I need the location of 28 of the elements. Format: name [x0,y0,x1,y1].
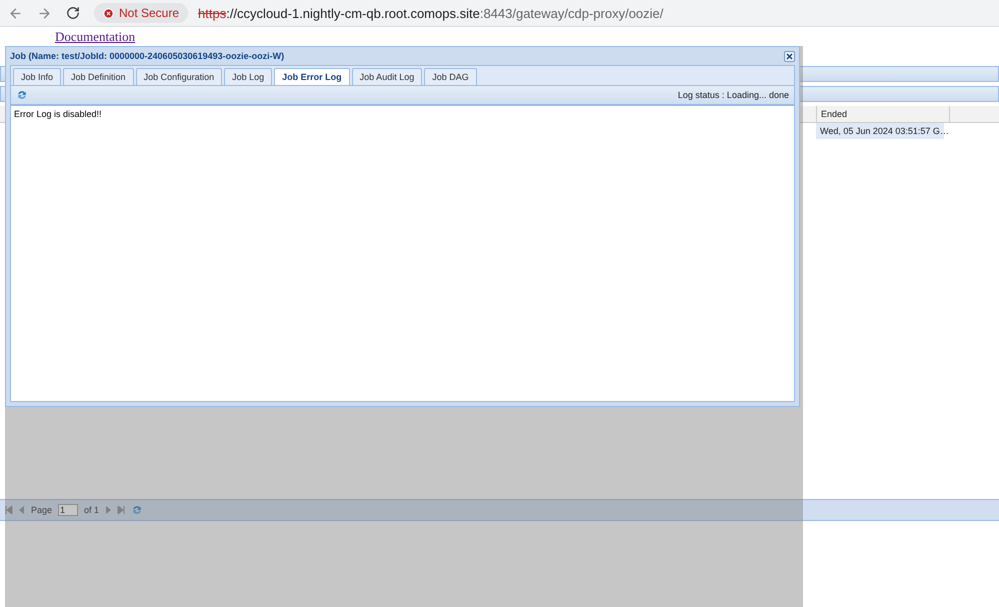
documentation-link[interactable]: Documentation [55,30,136,44]
last-page-icon[interactable] [117,506,126,514]
reload-button[interactable] [66,6,80,20]
tab[interactable]: Job Definition [63,68,134,85]
next-page-icon[interactable] [105,506,112,514]
close-button[interactable] [784,50,795,62]
back-button[interactable] [8,6,23,20]
tab[interactable]: Job Info [13,68,62,85]
column-header[interactable]: Ended [816,106,950,122]
tab[interactable]: Job DAG [424,68,477,85]
tab[interactable]: Job Log [224,68,272,85]
forward-button[interactable] [37,6,52,20]
refresh-icon[interactable] [131,504,144,516]
log-text: Error Log is disabled!! [14,109,103,119]
refresh-icon[interactable] [16,89,28,101]
prev-page-icon[interactable] [19,506,25,514]
tab[interactable]: Job Error Log [274,68,350,85]
log-status: Log status : Loading... done [678,90,789,100]
page-label: Page [31,505,52,515]
warning-icon [103,8,114,18]
page-input[interactable]: 1 [58,504,78,516]
url-field[interactable]: https://ccycloud-1.nightly-cm-qb.root.comops.site:8443/gateway/cdp-proxy/oozie/ [198,6,664,20]
dialog-title: Job (Name: test/JobId: 0000000-240605030619493-oozie-oozi-W) [10,51,284,61]
tab[interactable]: Job Audit Log [352,68,422,85]
security-chip[interactable]: Not Secure [94,3,188,23]
first-page-icon[interactable] [5,506,13,514]
tab[interactable]: Job Configuration [136,68,222,85]
page-count: of 1 [84,505,100,515]
